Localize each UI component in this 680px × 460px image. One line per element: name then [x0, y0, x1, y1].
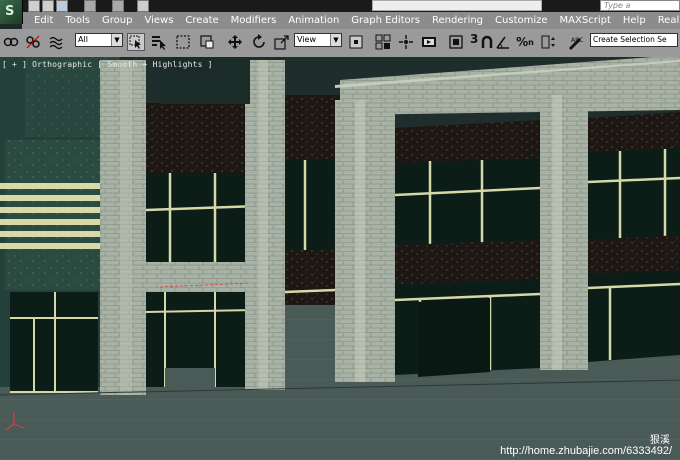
menu-realflow[interactable]: RealFlow	[652, 15, 680, 26]
menu-maxscript[interactable]: MAXScript	[554, 15, 617, 26]
pivot-center-icon[interactable]	[347, 33, 365, 51]
menu-edit[interactable]: Edit	[22, 15, 59, 26]
edit-named-selections-icon[interactable]: ABC	[566, 33, 584, 51]
select-by-name-icon[interactable]	[150, 33, 168, 51]
app-logo-button[interactable]: S	[0, 0, 23, 24]
named-selection-sets-icon[interactable]	[420, 33, 438, 51]
title-text-field	[372, 0, 542, 11]
viewport-label[interactable]: [ + ] Orthographic [ Smooth + Highlights…	[2, 60, 213, 69]
bind-spacewarp-icon[interactable]	[48, 33, 66, 51]
menu-customize[interactable]: Customize	[489, 15, 554, 26]
menu-modifiers[interactable]: Modifiers	[225, 15, 283, 26]
angle-snap-icon[interactable]	[494, 33, 512, 51]
new-file-icon[interactable]	[28, 0, 40, 12]
select-manipulate-icon[interactable]	[374, 33, 392, 51]
select-object-icon[interactable]	[127, 33, 145, 51]
menu-tools[interactable]: Tools	[59, 15, 96, 26]
menu-rendering[interactable]: Rendering	[426, 15, 489, 26]
rotate-icon[interactable]	[250, 33, 268, 51]
unlink-icon[interactable]	[24, 33, 42, 51]
scale-icon[interactable]	[273, 33, 291, 51]
menu-graph-editors[interactable]: Graph Editors	[345, 15, 426, 26]
named-selection-dropdown[interactable]: Create Selection Se	[590, 33, 678, 47]
save-file-icon[interactable]	[56, 0, 68, 12]
reference-coordinate-dropdown[interactable]: View ▼	[294, 33, 342, 47]
watermark-url: http://home.zhubajie.com/6333492/	[500, 445, 672, 457]
selection-filter-dropdown[interactable]: All ▼	[75, 33, 123, 47]
search-input[interactable]: Type a	[600, 0, 680, 11]
title-bar	[0, 0, 680, 12]
redo-icon[interactable]	[112, 0, 124, 12]
undo-icon[interactable]	[84, 0, 96, 12]
percent-snap-icon[interactable]: % n	[516, 33, 534, 51]
menu-group[interactable]: Group	[96, 15, 138, 26]
open-file-icon[interactable]	[42, 0, 54, 12]
chevron-down-icon: ▼	[330, 34, 341, 46]
link-icon[interactable]	[2, 33, 20, 51]
watermark-name: 狠溪	[650, 435, 670, 446]
viewport-scene	[0, 57, 680, 460]
menu-bar: Edit Tools Group Views Create Modifiers …	[22, 12, 680, 30]
menu-help[interactable]: Help	[617, 15, 652, 26]
menu-views[interactable]: Views	[138, 15, 179, 26]
spinner-snap-icon[interactable]	[539, 33, 557, 51]
menu-animation[interactable]: Animation	[282, 15, 345, 26]
svg-text:ABC: ABC	[571, 37, 583, 44]
move-icon[interactable]	[226, 33, 244, 51]
snap-toggle-icon[interactable]	[447, 33, 465, 51]
viewport[interactable]	[0, 57, 680, 460]
menu-create[interactable]: Create	[179, 15, 224, 26]
chevron-down-icon: ▼	[111, 34, 122, 46]
main-toolbar: All ▼ View ▼ 3 % n ABC Create Selection …	[0, 29, 680, 58]
project-folder-icon[interactable]	[137, 0, 149, 12]
rectangle-selection-icon[interactable]	[174, 33, 192, 51]
keyboard-shortcut-icon[interactable]	[397, 33, 415, 51]
window-crossing-icon[interactable]	[198, 33, 216, 51]
